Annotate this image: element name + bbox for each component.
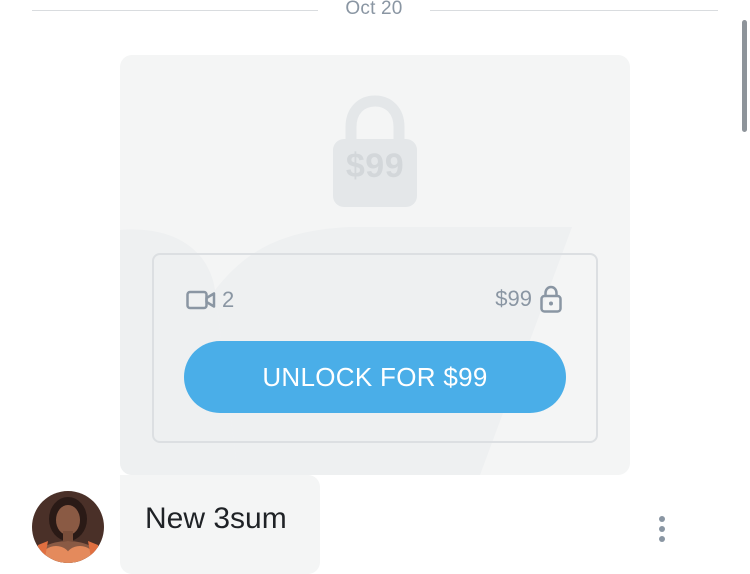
video-camera-icon (186, 290, 216, 310)
media-price-label: $99 (495, 286, 532, 311)
date-label: Oct 20 (345, 0, 403, 19)
message-bubble: New 3sum (120, 475, 320, 574)
more-dot-icon (659, 516, 665, 522)
unlock-button[interactable]: UNLOCK FOR $99 (184, 341, 566, 413)
message-text: New 3sum (145, 502, 287, 535)
avatar-image (32, 491, 104, 563)
media-price: $99 (495, 285, 562, 313)
media-count: 2 (186, 287, 234, 313)
divider-line-right (430, 10, 718, 11)
avatar[interactable] (32, 491, 104, 563)
media-info-box: 2 $99 UNLOCK FOR $99 (152, 253, 598, 443)
divider-line-left (32, 10, 318, 11)
large-lock-price: $99 (345, 147, 405, 185)
lock-icon (540, 285, 562, 313)
more-options-button[interactable] (652, 512, 672, 546)
more-dot-icon (659, 526, 665, 532)
date-divider: Oct 20 (32, 0, 718, 22)
video-count: 2 (222, 287, 235, 312)
more-dot-icon (659, 536, 665, 542)
locked-media-card: $99 2 $99 UNLOCK FOR $99 (120, 55, 630, 475)
scrollbar-thumb[interactable] (742, 20, 747, 132)
